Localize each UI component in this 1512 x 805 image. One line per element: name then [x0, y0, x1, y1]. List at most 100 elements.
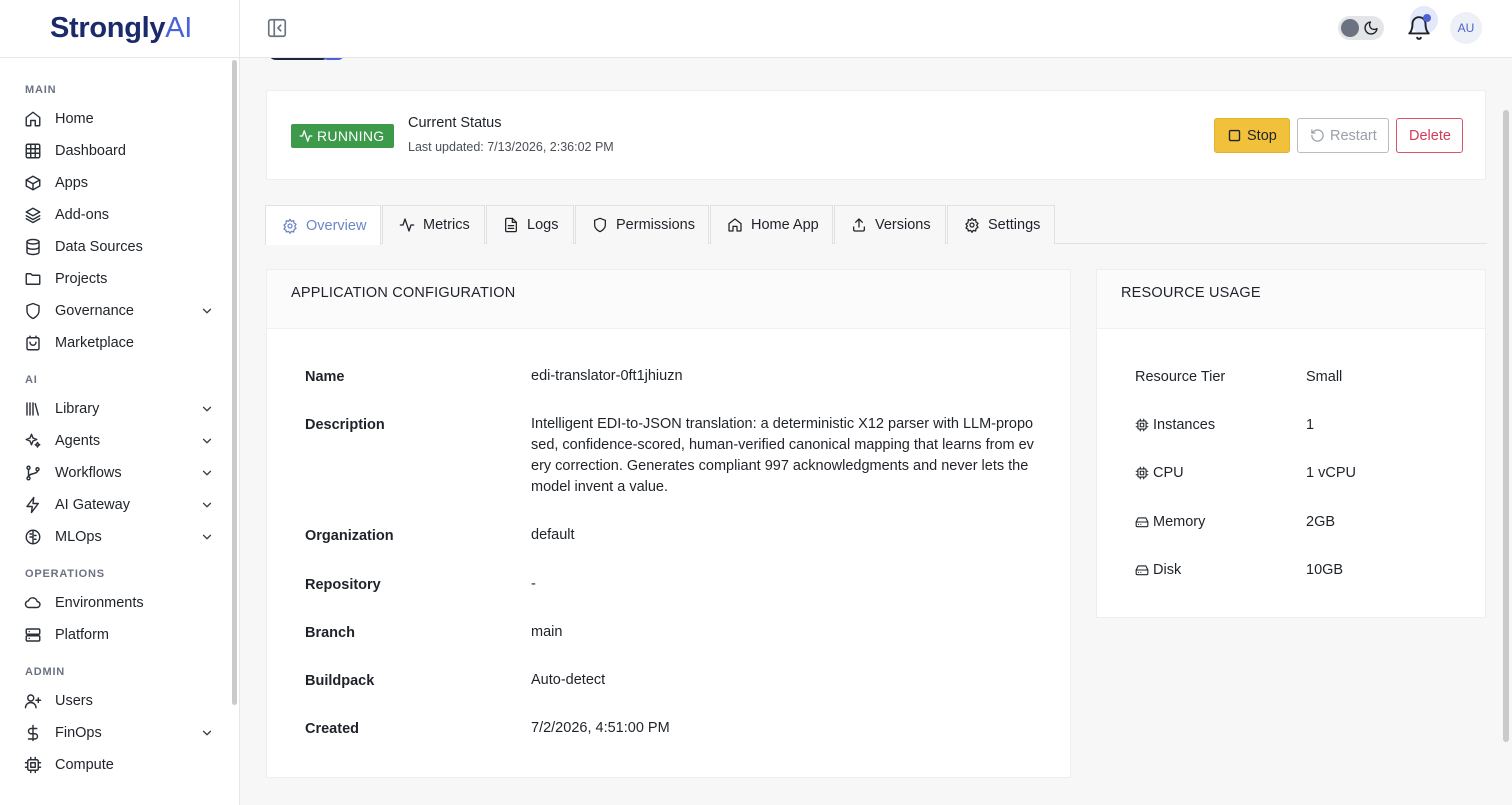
- sidebar-item-home[interactable]: Home: [24, 106, 214, 132]
- zap-icon: [24, 496, 42, 514]
- usage-value: 1 vCPU: [1306, 465, 1356, 481]
- library-icon: [24, 400, 42, 418]
- sidebar-item-users[interactable]: Users: [24, 688, 214, 714]
- sidebar-item-label: Users: [55, 693, 93, 709]
- config-label: Description: [305, 417, 385, 433]
- sidebar-item-agents[interactable]: Agents: [24, 428, 214, 454]
- tab-home-app[interactable]: Home App: [710, 205, 833, 244]
- sidebar-item-add-ons[interactable]: Add-ons: [24, 202, 214, 228]
- restart-button[interactable]: Restart: [1297, 118, 1389, 153]
- theme-toggle[interactable]: [1338, 16, 1384, 40]
- avatar[interactable]: AU: [1450, 12, 1482, 44]
- dollar-icon: [24, 724, 42, 742]
- header-pill: [268, 58, 330, 60]
- usage-label-text: Memory: [1153, 514, 1206, 530]
- status-badge-label: RUNNING: [317, 128, 385, 144]
- sidebar-item-label: Platform: [55, 627, 109, 643]
- chevron-down-icon[interactable]: [200, 434, 214, 448]
- sidebar-item-label: Governance: [55, 303, 134, 319]
- tab-label: Permissions: [616, 217, 695, 233]
- sidebar-item-label: Agents: [55, 433, 101, 449]
- main-scrollbar[interactable]: [1503, 110, 1509, 742]
- file-icon: [503, 217, 519, 233]
- brand-name-bold: Strongly: [50, 12, 166, 44]
- chevron-down-icon[interactable]: [200, 466, 214, 480]
- sidebar-item-label: Data Sources: [55, 239, 143, 255]
- sidebar-toggle-icon[interactable]: [266, 17, 288, 39]
- tab-overview[interactable]: Overview: [265, 205, 381, 245]
- home-icon: [727, 217, 743, 233]
- store-icon: [24, 334, 42, 352]
- shield-icon: [592, 217, 608, 233]
- config-value: Intelligent EDI-to-JSON translation: a d…: [531, 416, 1034, 495]
- sidebar-item-label: Environments: [55, 595, 144, 611]
- brain-icon: [24, 528, 42, 546]
- usage-label: Memory: [1135, 514, 1205, 530]
- sidebar-item-workflows[interactable]: Workflows: [24, 460, 214, 486]
- chevron-down-icon[interactable]: [200, 498, 214, 512]
- sidebar-item-ai-gateway[interactable]: AI Gateway: [24, 492, 214, 518]
- sidebar-item-data-sources[interactable]: Data Sources: [24, 234, 214, 260]
- sidebar-item-label: Workflows: [55, 465, 122, 481]
- section-label: OPERATIONS: [25, 568, 105, 580]
- tab-logs[interactable]: Logs: [486, 205, 574, 244]
- cpu-icon: [24, 756, 42, 774]
- sidebar-item-label: FinOps: [55, 725, 102, 741]
- sidebar-item-dashboard[interactable]: Dashboard: [24, 138, 214, 164]
- sidebar-item-platform[interactable]: Platform: [24, 622, 214, 648]
- user-plus-icon: [24, 692, 42, 710]
- notification-dot: [1423, 14, 1431, 22]
- status-updated: Last updated: 7/13/2026, 2:36:02 PM: [408, 140, 614, 154]
- sidebar-item-environments[interactable]: Environments: [24, 590, 214, 616]
- brand-logo[interactable]: Strongly AI: [0, 0, 239, 58]
- usage-value: 1: [1306, 417, 1315, 433]
- theme-toggle-knob: [1341, 19, 1359, 37]
- workflow-icon: [24, 464, 42, 482]
- tab-label: Home App: [751, 217, 819, 233]
- chevron-down-icon[interactable]: [200, 530, 214, 544]
- tab-metrics[interactable]: Metrics: [382, 205, 485, 244]
- config-label: Branch: [305, 625, 355, 641]
- rotate-icon: [1310, 128, 1325, 143]
- sidebar-item-apps[interactable]: Apps: [24, 170, 214, 196]
- usage-label: CPU: [1135, 465, 1184, 481]
- usage-label-text: Instances: [1153, 417, 1216, 433]
- tab-label: Overview: [306, 217, 367, 234]
- cpu-icon: [1135, 466, 1149, 480]
- config-label: Buildpack: [305, 673, 375, 689]
- sidebar: Strongly AI MAIN Home Dashboard Apps Add-ons D…: [0, 0, 240, 805]
- config-value: Auto-detect: [531, 672, 606, 688]
- tab-versions[interactable]: Versions: [834, 205, 946, 244]
- status-title: Current Status: [408, 115, 502, 131]
- usage-label-text: CPU: [1153, 465, 1184, 481]
- sidebar-item-label: Marketplace: [55, 335, 134, 351]
- chevron-down-icon[interactable]: [200, 726, 214, 740]
- config-label: Created: [305, 721, 359, 737]
- section-label: ADMIN: [25, 666, 66, 678]
- chevron-down-icon[interactable]: [200, 304, 214, 318]
- sidebar-item-finops[interactable]: FinOps: [24, 720, 214, 746]
- tab-settings[interactable]: Settings: [947, 205, 1055, 244]
- status-card: RUNNING Current Status Last updated: 7/1…: [266, 90, 1486, 180]
- tab-bar: Overview Metrics Logs Permissions Home App Ve…: [265, 205, 1487, 245]
- usage-value: 2GB: [1306, 514, 1336, 530]
- harddrive-icon: [1135, 563, 1149, 577]
- moon-icon: [1363, 20, 1379, 36]
- sidebar-item-marketplace[interactable]: Marketplace: [24, 330, 214, 356]
- sidebar-item-library[interactable]: Library: [24, 396, 214, 422]
- stop-button[interactable]: Stop: [1214, 118, 1290, 153]
- usage-label: Resource Tier: [1135, 369, 1225, 385]
- tab-permissions[interactable]: Permissions: [575, 205, 709, 244]
- sidebar-item-label: Home: [55, 111, 94, 127]
- chevron-down-icon[interactable]: [200, 402, 214, 416]
- delete-label: Delete: [1409, 127, 1451, 144]
- sidebar-scrollbar[interactable]: [232, 60, 237, 705]
- sidebar-item-mlops[interactable]: MLOps: [24, 524, 214, 550]
- sidebar-item-compute[interactable]: Compute: [24, 752, 214, 778]
- sidebar-item-governance[interactable]: Governance: [24, 298, 214, 324]
- delete-button[interactable]: Delete: [1396, 118, 1463, 153]
- sidebar-item-label: Compute: [55, 757, 114, 773]
- activity-icon: [399, 217, 415, 233]
- usage-label-text: Disk: [1153, 562, 1182, 578]
- sidebar-item-projects[interactable]: Projects: [24, 266, 214, 292]
